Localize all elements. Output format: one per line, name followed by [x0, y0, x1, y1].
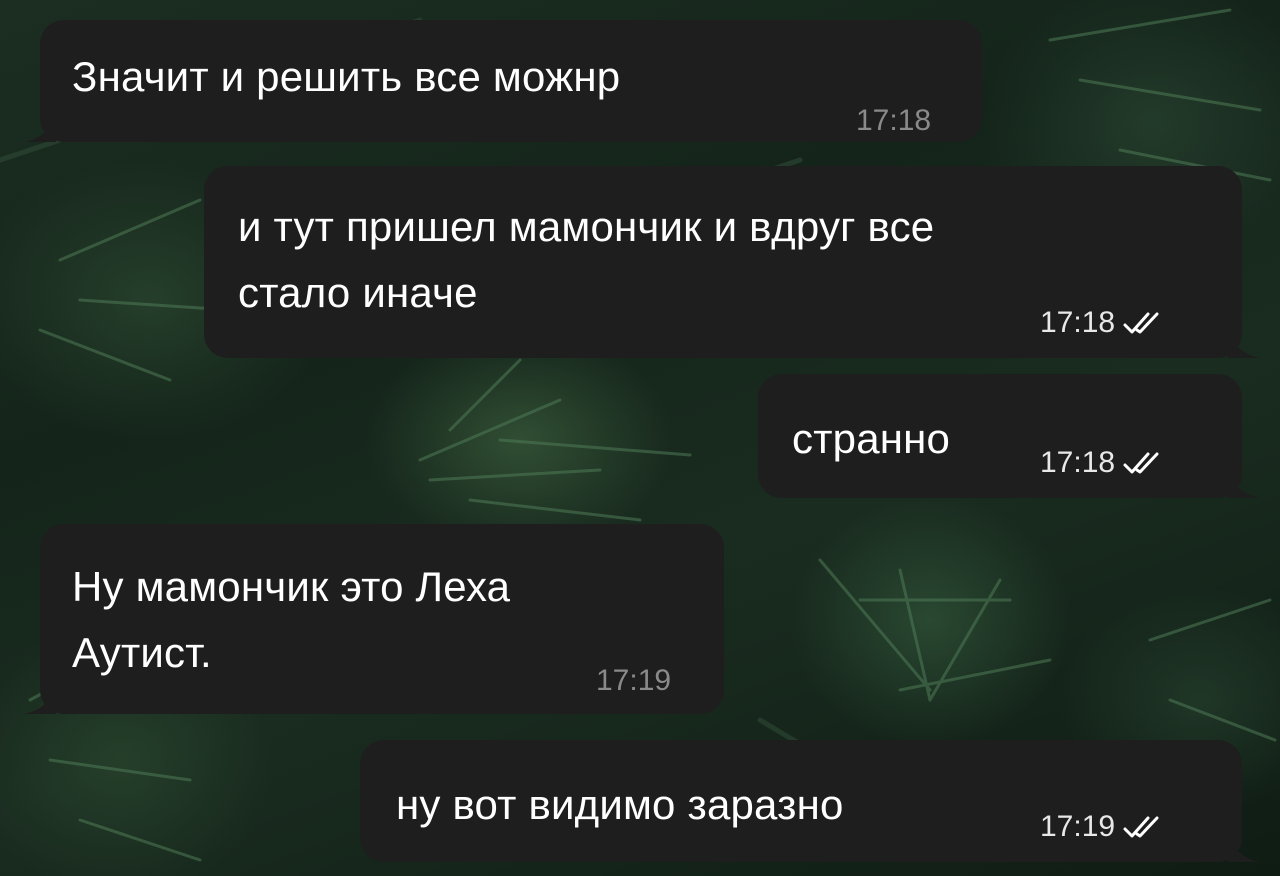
- double-check-icon: [1123, 816, 1159, 838]
- message-timestamp: 17:18: [856, 104, 932, 137]
- double-check-icon: [1123, 312, 1159, 334]
- message-text: Значит и решить все можнр: [72, 53, 621, 100]
- message-timestamp: 17:18: [1040, 306, 1116, 339]
- message-text: странно: [792, 415, 951, 462]
- message-text: и тут пришел мамончик и вдруг все стало …: [238, 194, 934, 326]
- bubble-tail: [24, 106, 56, 142]
- bubble-tail: [1228, 826, 1260, 862]
- message-bubble-outgoing[interactable]: странно 17:18: [758, 374, 1242, 498]
- message-text: Ну мамончик это Леха Аутист.: [72, 554, 510, 686]
- message-bubble-incoming[interactable]: Значит и решить все можнр 17:18: [40, 20, 982, 142]
- message-timestamp: 17:19: [1040, 810, 1116, 843]
- message-timestamp: 17:18: [1040, 446, 1116, 479]
- bubble-tail: [1228, 462, 1260, 498]
- message-timestamp: 17:19: [596, 664, 672, 697]
- bubble-tail: [1228, 322, 1260, 358]
- message-line: стало иначе: [238, 269, 478, 316]
- message-bubble-outgoing[interactable]: и тут пришел мамончик и вдруг все стало …: [204, 166, 1242, 358]
- double-check-icon: [1123, 452, 1159, 474]
- message-line: Аутист.: [72, 629, 212, 676]
- bubble-tail: [24, 678, 56, 714]
- message-text: ну вот видимо заразно: [396, 781, 844, 828]
- message-line: и тут пришел мамончик и вдруг все: [238, 203, 935, 250]
- message-line: Ну мамончик это Леха: [72, 563, 511, 610]
- message-bubble-incoming[interactable]: Ну мамончик это Леха Аутист. 17:19: [40, 524, 724, 714]
- message-bubble-outgoing[interactable]: ну вот видимо заразно 17:19: [360, 740, 1242, 862]
